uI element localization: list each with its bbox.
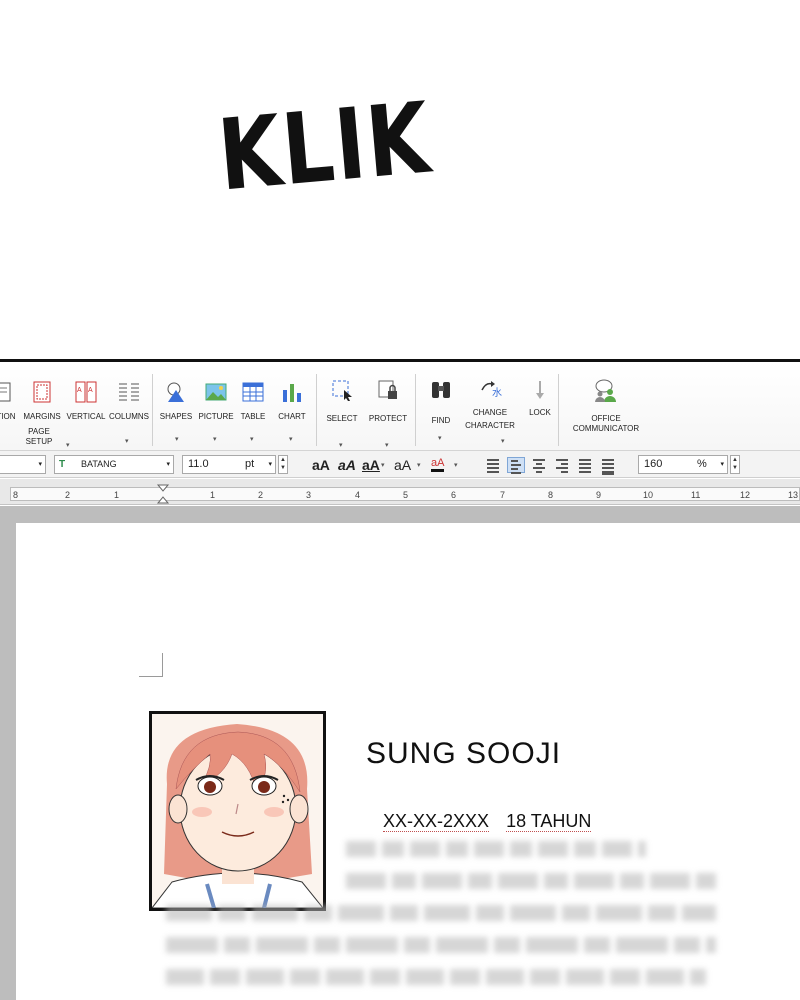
orientation-icon	[0, 382, 11, 402]
table-icon	[242, 382, 264, 402]
communicator-icon	[595, 379, 616, 402]
ribbon-separator	[415, 374, 416, 446]
office-communicator-button[interactable]: OFFICE COMMUNICATOR	[566, 378, 646, 434]
shapes-button[interactable]: SHAPES	[156, 380, 196, 423]
distribute-button[interactable]	[576, 457, 594, 473]
document-workspace: SUNG SOOJI XX-XX-2XXX 18 TAHUN	[0, 506, 800, 1000]
align-center-button[interactable]	[530, 457, 548, 473]
zoom-input[interactable]: 160 % ▾	[638, 455, 728, 474]
strikethrough-button[interactable]: aA	[394, 457, 411, 473]
down-arrow-icon	[536, 381, 544, 399]
select-button[interactable]: SELECT	[320, 378, 364, 425]
font-color-button[interactable]: aA	[431, 457, 445, 472]
lock-button[interactable]: LOCK	[522, 378, 558, 419]
justify-button[interactable]	[484, 457, 502, 473]
blurred-text-line	[346, 873, 716, 889]
picture-button[interactable]: PICTURE	[196, 380, 236, 423]
chevron-down-icon: ▾	[720, 461, 724, 468]
align-right-button[interactable]	[553, 457, 571, 473]
ribbon-separator	[558, 374, 559, 446]
chevron-down-icon: ▾	[38, 461, 42, 468]
protect-icon	[378, 380, 397, 399]
profile-name[interactable]: SUNG SOOJI	[366, 737, 561, 771]
table-dropdown-icon[interactable]: ▾	[250, 435, 254, 443]
shapes-dropdown-icon[interactable]: ▾	[175, 435, 179, 443]
blurred-text-line	[166, 937, 716, 953]
sound-effect-text: KLIK	[214, 81, 436, 214]
binoculars-icon	[432, 382, 450, 398]
page-setup-dropdown-icon[interactable]: ▾	[66, 441, 70, 449]
chart-dropdown-icon[interactable]: ▾	[289, 435, 293, 443]
bold-button[interactable]: aA	[312, 457, 330, 473]
orientation-button[interactable]: TION	[0, 380, 18, 423]
change-character-button[interactable]: 水 CHANGE CHARACTER	[462, 376, 518, 432]
margins-icon	[33, 381, 51, 403]
zoom-stepper[interactable]: ▲ ▼	[730, 455, 740, 474]
ribbon-separator	[152, 374, 153, 446]
change-character-dropdown-icon[interactable]: ▾	[501, 437, 505, 445]
style-select[interactable]: ▾	[0, 455, 46, 474]
svg-text:A: A	[88, 387, 93, 394]
svg-text:A: A	[77, 387, 82, 394]
profile-photo	[149, 711, 326, 911]
chevron-down-icon: ▾	[166, 461, 170, 468]
select-dropdown-icon[interactable]: ▾	[339, 441, 343, 449]
blurred-text-line	[166, 969, 706, 985]
font-color-dropdown-icon[interactable]: ▾	[454, 461, 458, 469]
select-icon	[332, 380, 352, 401]
picture-dropdown-icon[interactable]: ▾	[213, 435, 217, 443]
profile-details[interactable]: XX-XX-2XXX 18 TAHUN	[383, 811, 603, 832]
page-setup-group-label: PAGE SETUP	[25, 427, 53, 446]
picture-icon	[205, 383, 227, 401]
font-name-select[interactable]: T BATANG ▾	[54, 455, 174, 474]
chevron-down-icon: ▾	[268, 461, 272, 468]
margin-corner-marker	[139, 653, 163, 677]
document-page[interactable]: SUNG SOOJI XX-XX-2XXX 18 TAHUN	[16, 523, 800, 1000]
birthdate-text: XX-XX-2XXX	[383, 811, 490, 832]
underline-button[interactable]: aA	[362, 457, 380, 473]
find-dropdown-icon[interactable]: ▾	[438, 434, 442, 442]
vertical-text-icon: AA	[75, 381, 97, 403]
vertical-button[interactable]: AA VERTICAL	[66, 380, 106, 423]
truetype-font-icon: T	[59, 459, 66, 470]
horizontal-ruler[interactable]: 8 2 1 1 2 3 4 5 6 7 8 9 10 11 12 13	[0, 479, 800, 505]
underline-dropdown-icon[interactable]: ▾	[381, 461, 385, 469]
divide-button[interactable]	[599, 457, 617, 475]
ribbon-toolbar: TION MARGINS AA VERTICAL COLUMNS PAGE SE…	[0, 362, 800, 451]
find-button[interactable]: FIND	[420, 378, 462, 427]
svg-text:水: 水	[492, 387, 502, 399]
blurred-text-line	[346, 841, 646, 857]
shapes-icon	[167, 382, 184, 402]
font-size-stepper[interactable]: ▲ ▼	[278, 455, 288, 474]
italic-button[interactable]: aA	[338, 457, 356, 473]
age-text: 18 TAHUN	[506, 811, 592, 832]
margins-button[interactable]: MARGINS	[22, 380, 62, 423]
indent-marker-icon[interactable]	[156, 483, 170, 505]
align-left-button[interactable]	[507, 457, 525, 474]
protect-dropdown-icon[interactable]: ▾	[385, 441, 389, 449]
chart-button[interactable]: CHART	[272, 380, 312, 423]
change-character-icon: 水	[481, 381, 502, 399]
portrait-illustration	[152, 714, 323, 908]
formatting-toolbar: ▾ T BATANG ▾ 11.0 pt ▾ ▲ ▼ aA aA aA ▾ aA …	[0, 451, 800, 478]
columns-dropdown-icon[interactable]: ▾	[125, 437, 129, 445]
word-processor-window: TION MARGINS AA VERTICAL COLUMNS PAGE SE…	[0, 359, 800, 1000]
chart-icon	[283, 384, 301, 402]
style-dropdown-icon[interactable]: ▾	[417, 461, 421, 469]
columns-icon	[119, 383, 139, 401]
table-button[interactable]: TABLE	[233, 380, 273, 423]
blurred-text-line	[166, 905, 716, 921]
font-size-input[interactable]: 11.0 pt ▾	[182, 455, 276, 474]
columns-button[interactable]: COLUMNS	[108, 380, 150, 423]
ruler-track: 8 2 1 1 2 3 4 5 6 7 8 9 10 11 12 13	[10, 487, 800, 501]
ribbon-separator	[316, 374, 317, 446]
protect-button[interactable]: PROTECT	[366, 378, 410, 425]
